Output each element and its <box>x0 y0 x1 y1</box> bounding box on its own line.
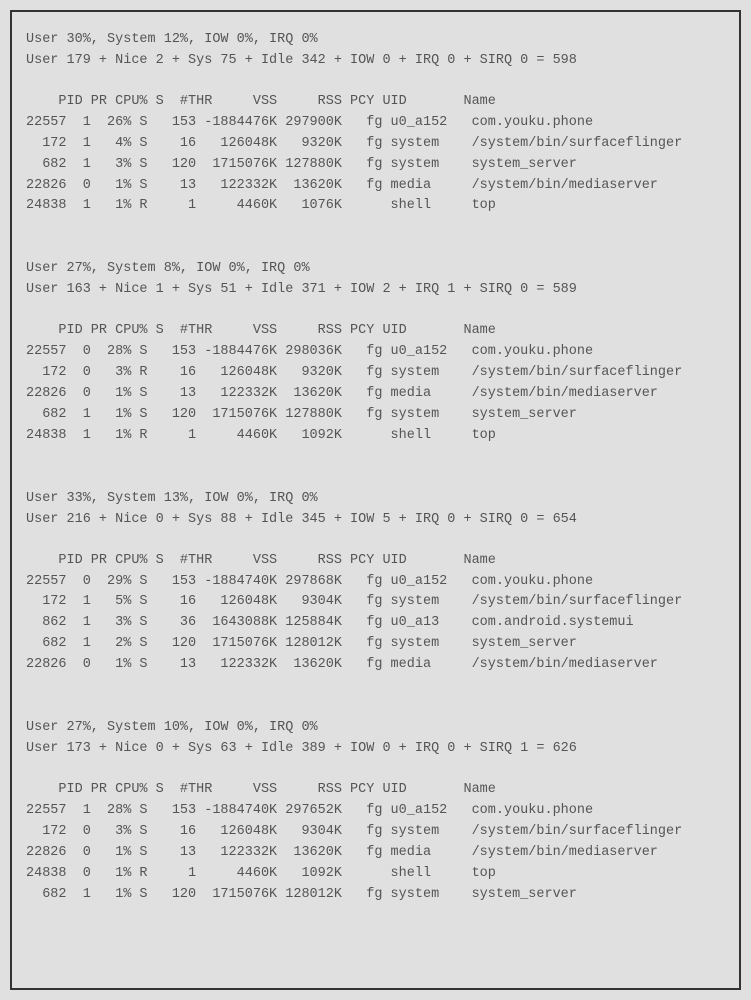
process-table-header: PID PR CPU% S #THR VSS RSS PCY UID Name <box>26 321 725 342</box>
process-snapshot-block: User 30%, System 12%, IOW 0%, IRQ 0%User… <box>26 30 725 217</box>
process-row: 24838 0 1% R 1 4460K 1092K shell top <box>26 864 725 885</box>
cpu-breakdown-line: User 163 + Nice 1 + Sys 51 + Idle 371 + … <box>26 280 725 301</box>
process-row: 24838 1 1% R 1 4460K 1076K shell top <box>26 196 725 217</box>
process-row: 22826 0 1% S 13 122332K 13620K fg media … <box>26 384 725 405</box>
cpu-summary-line: User 30%, System 12%, IOW 0%, IRQ 0% <box>26 30 725 51</box>
process-snapshot-block: User 27%, System 10%, IOW 0%, IRQ 0%User… <box>26 718 725 905</box>
process-row: 682 1 3% S 120 1715076K 127880K fg syste… <box>26 155 725 176</box>
process-snapshot-block: User 33%, System 13%, IOW 0%, IRQ 0%User… <box>26 489 725 676</box>
cpu-summary-line: User 27%, System 8%, IOW 0%, IRQ 0% <box>26 259 725 280</box>
process-table-header: PID PR CPU% S #THR VSS RSS PCY UID Name <box>26 92 725 113</box>
cpu-summary-line: User 33%, System 13%, IOW 0%, IRQ 0% <box>26 489 725 510</box>
process-row: 22557 1 28% S 153 -1884740K 297652K fg u… <box>26 801 725 822</box>
process-row: 24838 1 1% R 1 4460K 1092K shell top <box>26 426 725 447</box>
process-row: 862 1 3% S 36 1643088K 125884K fg u0_a13… <box>26 613 725 634</box>
process-row: 682 1 1% S 120 1715076K 127880K fg syste… <box>26 405 725 426</box>
cpu-summary-line: User 27%, System 10%, IOW 0%, IRQ 0% <box>26 718 725 739</box>
cpu-breakdown-line: User 173 + Nice 0 + Sys 63 + Idle 389 + … <box>26 739 725 760</box>
terminal-output: User 30%, System 12%, IOW 0%, IRQ 0%User… <box>10 10 741 990</box>
process-row: 22826 0 1% S 13 122332K 13620K fg media … <box>26 176 725 197</box>
process-snapshot-block: User 27%, System 8%, IOW 0%, IRQ 0%User … <box>26 259 725 446</box>
process-row: 22826 0 1% S 13 122332K 13620K fg media … <box>26 655 725 676</box>
process-row: 682 1 1% S 120 1715076K 128012K fg syste… <box>26 885 725 906</box>
process-row: 172 1 5% S 16 126048K 9304K fg system /s… <box>26 592 725 613</box>
process-table-header: PID PR CPU% S #THR VSS RSS PCY UID Name <box>26 551 725 572</box>
process-row: 172 1 4% S 16 126048K 9320K fg system /s… <box>26 134 725 155</box>
cpu-breakdown-line: User 179 + Nice 2 + Sys 75 + Idle 342 + … <box>26 51 725 72</box>
process-row: 682 1 2% S 120 1715076K 128012K fg syste… <box>26 634 725 655</box>
process-row: 22557 0 29% S 153 -1884740K 297868K fg u… <box>26 572 725 593</box>
cpu-breakdown-line: User 216 + Nice 0 + Sys 88 + Idle 345 + … <box>26 510 725 531</box>
process-row: 22826 0 1% S 13 122332K 13620K fg media … <box>26 843 725 864</box>
process-row: 172 0 3% R 16 126048K 9320K fg system /s… <box>26 363 725 384</box>
process-table-header: PID PR CPU% S #THR VSS RSS PCY UID Name <box>26 780 725 801</box>
process-row: 172 0 3% S 16 126048K 9304K fg system /s… <box>26 822 725 843</box>
process-row: 22557 1 26% S 153 -1884476K 297900K fg u… <box>26 113 725 134</box>
process-row: 22557 0 28% S 153 -1884476K 298036K fg u… <box>26 342 725 363</box>
